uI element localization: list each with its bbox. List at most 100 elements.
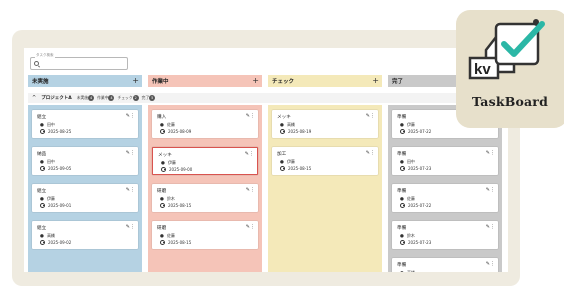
task-card[interactable]: 購入 ✎ ⋮ ● 佐藤 2025-08-09 — [152, 110, 258, 138]
column-title: 未実施 — [32, 79, 49, 85]
status-count-badge: 4 — [88, 95, 95, 101]
app-logo: kv TaskBoard — [456, 10, 564, 128]
more-options-icon[interactable]: ⋮ — [370, 150, 375, 156]
person-icon: ● — [40, 233, 44, 239]
assignee: ● 伊藤 — [400, 122, 415, 128]
task-card[interactable]: 組立 ✎ ⋮ ● 田中 2025-08-25 — [32, 110, 138, 138]
more-options-icon[interactable]: ⋮ — [490, 224, 495, 230]
assignee-name: 佐藤 — [166, 233, 175, 238]
task-card[interactable]: 準備 ✎ ⋮ ● 佐藤 2025-07-22 — [392, 184, 498, 212]
status-count-badge: 2 — [132, 95, 139, 101]
due-date: 2025-07-23 — [400, 240, 431, 245]
more-options-icon[interactable]: ⋮ — [370, 113, 375, 119]
assignee: ● 田中 — [400, 159, 415, 165]
assignee: ● 伊藤 — [161, 160, 176, 166]
column-title: 作業中 — [152, 79, 169, 85]
due-date-text: 2025-08-15 — [168, 240, 192, 245]
more-options-icon[interactable]: ⋮ — [490, 150, 495, 156]
due-date: 2025-08-15 — [280, 166, 311, 171]
clock-icon — [400, 129, 405, 134]
task-card[interactable]: 研磨 ✎ ⋮ ● 鈴木 2025-08-15 — [152, 184, 258, 212]
clock-icon — [400, 240, 405, 245]
more-options-icon[interactable]: ⋮ — [490, 261, 495, 267]
due-date-text: 2025-09-00 — [169, 167, 193, 172]
more-options-icon[interactable]: ⋮ — [250, 113, 255, 119]
more-options-icon[interactable]: ⋮ — [130, 150, 135, 156]
more-options-icon[interactable]: ⋮ — [249, 151, 254, 157]
clock-icon — [160, 129, 165, 134]
assignee-name: 佐藤 — [166, 122, 175, 127]
assignee-name: 鈴木 — [166, 196, 175, 201]
person-icon: ● — [280, 159, 284, 165]
due-date: 2025-09-01 — [40, 203, 71, 208]
person-icon: ● — [160, 196, 164, 202]
due-date-text: 2025-07-22 — [408, 203, 432, 208]
task-card[interactable]: 納品 ✎ ⋮ ● 田中 2025-09-05 — [32, 147, 138, 175]
card-title: 準備 — [397, 263, 407, 268]
card-title: 準備 — [397, 115, 407, 120]
more-options-icon[interactable]: ⋮ — [250, 187, 255, 193]
project-row[interactable]: ^ プロジェクトA 未実施 4 作業中 4 チェック 2 完了 5 — [28, 93, 508, 103]
card-title: 組立 — [37, 115, 47, 120]
task-card[interactable]: 組立 ✎ ⋮ ● 伊藤 2025-09-01 — [32, 184, 138, 212]
more-options-icon[interactable]: ⋮ — [250, 224, 255, 230]
card-title: 購入 — [157, 115, 167, 120]
task-card[interactable]: 加工 ✎ ⋮ ● 伊藤 2025-08-15 — [272, 147, 378, 175]
column-header-in-progress: 作業中 + — [148, 75, 262, 87]
assignee-name: 田中 — [46, 159, 55, 164]
task-card[interactable]: 準備 ✎ ⋮ ● 鈴木 2025-07-23 — [392, 221, 498, 249]
task-card[interactable]: メッキ ✎ ⋮ ● 高橋 2025-08-19 — [272, 110, 378, 138]
card-title: 準備 — [397, 226, 407, 231]
card-title: 組立 — [37, 189, 47, 194]
card-title: 組立 — [37, 226, 47, 231]
add-card-button[interactable]: + — [132, 75, 139, 86]
more-options-icon[interactable]: ⋮ — [490, 187, 495, 193]
due-date: 2025-09-00 — [161, 167, 192, 172]
person-icon: ● — [400, 159, 404, 165]
add-card-button[interactable]: + — [252, 75, 259, 86]
assignee: ●高橋 — [400, 270, 415, 272]
assignee: ● 田中 — [40, 159, 55, 165]
assignee: ● 伊藤 — [40, 196, 55, 202]
due-date-text: 2025-09-05 — [48, 166, 72, 171]
task-card[interactable]: メッキ ✎ ⋮ ● 伊藤 2025-09-00 — [152, 147, 258, 175]
due-date: 2025-07-23 — [400, 166, 431, 171]
more-options-icon[interactable]: ⋮ — [130, 113, 135, 119]
more-options-icon[interactable]: ⋮ — [130, 187, 135, 193]
task-card[interactable]: 組立 ✎ ⋮ ● 高橋 2025-09-02 — [32, 221, 138, 249]
person-icon: ● — [40, 196, 44, 202]
assignee-name: 伊藤 — [167, 160, 176, 165]
clock-icon — [280, 129, 285, 134]
add-card-button[interactable]: + — [372, 75, 379, 86]
logo-text: TaskBoard — [472, 94, 549, 109]
lane-done: 準備✎⋮●伊藤2025-07-22準備✎⋮●田中2025-07-23準備✎⋮●佐… — [388, 105, 502, 272]
due-date: 2025-09-02 — [40, 240, 71, 245]
assignee: ● 佐藤 — [400, 196, 415, 202]
person-icon: ● — [40, 159, 44, 165]
more-options-icon[interactable]: ⋮ — [130, 224, 135, 230]
lane-check: メッキ ✎ ⋮ ● 高橋 2025-08-19 加工 ✎ ⋮ ● 伊藤 2025-08-15 — [268, 105, 382, 272]
assignee-name: 鈴木 — [406, 233, 415, 238]
card-title: メッキ — [277, 115, 291, 120]
status-count-badge: 4 — [108, 95, 115, 101]
due-date-text: 2025-09-02 — [48, 240, 72, 245]
task-card[interactable]: 準備✎⋮●高橋 — [392, 258, 498, 272]
assignee: ● 佐藤 — [160, 122, 175, 128]
card-title: 研磨 — [157, 189, 167, 194]
assignee-name: 高橋 — [286, 122, 295, 127]
due-date: 2025-08-19 — [280, 129, 311, 134]
due-date-text: 2025-08-15 — [168, 203, 192, 208]
due-date: 2025-08-15 — [160, 203, 191, 208]
assignee-name: 田中 — [46, 122, 55, 127]
chevron-up-icon[interactable]: ^ — [32, 95, 36, 101]
svg-text:kv: kv — [474, 61, 491, 78]
due-date-text: 2025-08-19 — [288, 129, 312, 134]
status-label: 未実施 — [76, 95, 89, 100]
card-title: 納品 — [37, 152, 47, 157]
logo-house-check-icon: kv — [468, 19, 545, 80]
lane-todo: 組立 ✎ ⋮ ● 田中 2025-08-25 納品 ✎ ⋮ ● 田中 2025-09-05 組立 ✎ ⋮ ● 伊… — [28, 105, 142, 272]
task-card[interactable]: 準備 ✎ ⋮ ● 田中 2025-07-23 — [392, 147, 498, 175]
search-input[interactable]: タスク検索 — [30, 53, 128, 70]
task-card[interactable]: 研磨 ✎ ⋮ ● 佐藤 2025-08-15 — [152, 221, 258, 249]
due-date: 2025-09-05 — [40, 166, 71, 171]
